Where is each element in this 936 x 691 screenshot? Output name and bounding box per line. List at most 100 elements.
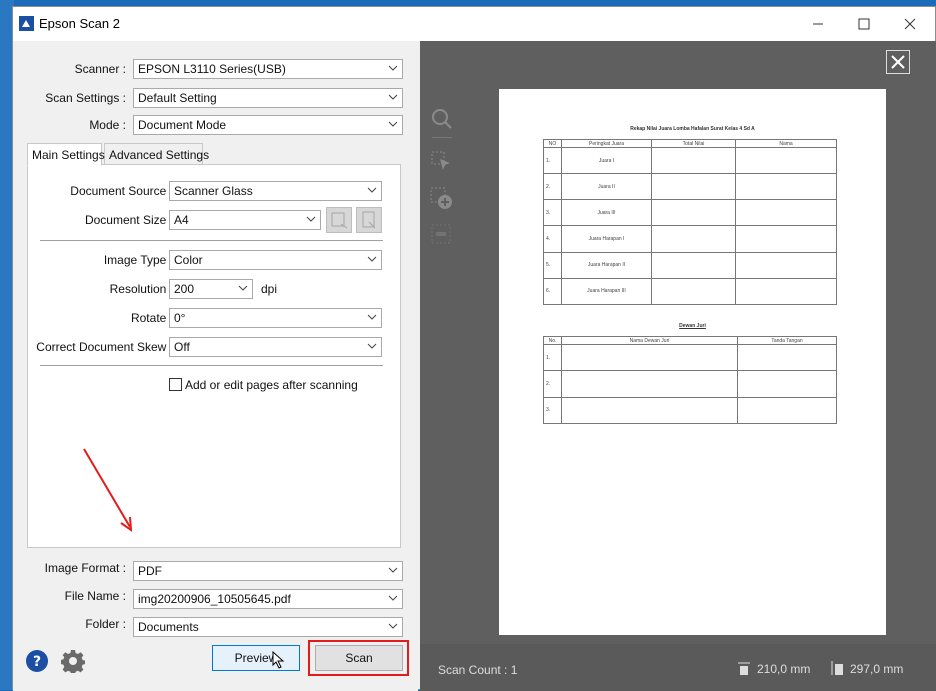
add-pages-label: Add or edit pages after scanning	[185, 378, 358, 392]
table-row: 3. Juara III	[543, 199, 837, 227]
chevron-down-icon	[367, 343, 377, 349]
table-cell: 3.	[543, 396, 562, 425]
chevron-down-icon	[388, 65, 398, 71]
red-arrow-annotation	[83, 448, 133, 533]
svg-text:?: ?	[33, 654, 41, 670]
preview-status-bar: Scan Count : 1 210,0 mm 297,0 mm	[420, 644, 936, 691]
image-format-value: PDF	[138, 564, 162, 578]
chevron-down-icon	[388, 121, 398, 127]
divider	[40, 240, 383, 241]
table-cell: 2.	[543, 370, 562, 398]
auto-select-icon[interactable]	[428, 147, 456, 175]
mode-select[interactable]: Document Mode	[133, 115, 403, 135]
folder-label: Folder :	[85, 617, 126, 631]
divider	[40, 365, 383, 366]
chevron-down-icon	[388, 94, 398, 100]
table-cell: 2.	[543, 173, 562, 201]
gear-icon[interactable]	[61, 649, 85, 673]
document-size-label: Document Size :	[84, 213, 173, 227]
table-row: 1.	[543, 343, 837, 372]
table-cell: Juara I	[561, 146, 652, 175]
page-size-detect-button[interactable]	[326, 207, 352, 233]
document-size-select[interactable]: A4	[169, 210, 321, 230]
table-cell: Juara Harapan I	[561, 225, 652, 253]
table-header: Nama Dewan Juri	[561, 336, 738, 345]
add-area-icon[interactable]	[428, 185, 456, 213]
maximize-icon	[858, 18, 870, 30]
window-title: Epson Scan 2	[39, 16, 120, 31]
skew-label: Correct Document Skew :	[36, 340, 173, 354]
close-preview-button[interactable]	[886, 50, 910, 74]
jury-table: No. Nama Dewan Juri Tanda Tangan 1. 2. 3…	[543, 336, 837, 425]
table-cell: Juara Harapan II	[561, 251, 652, 279]
scanner-label: Scanner :	[74, 62, 126, 76]
close-icon	[891, 55, 905, 69]
zoom-icon[interactable]	[428, 105, 456, 133]
maximize-button[interactable]	[841, 7, 887, 41]
table-cell: Juara Harapan III	[561, 277, 652, 306]
image-format-select[interactable]: PDF	[133, 561, 403, 581]
preview-button[interactable]: Preview	[212, 645, 300, 671]
image-type-label: Image Type :	[103, 253, 173, 267]
scan-count: Scan Count : 1	[438, 663, 518, 677]
document-source-value: Scanner Glass	[174, 184, 253, 198]
scan-settings-label: Scan Settings :	[45, 91, 126, 105]
document-source-select[interactable]: Scanner Glass	[169, 181, 382, 201]
image-format-label: Image Format :	[44, 561, 126, 575]
main-settings-panel: Document Source : Scanner Glass Document…	[27, 164, 401, 548]
cursor-icon	[272, 651, 285, 669]
minimize-button[interactable]	[795, 7, 841, 41]
table-cell: 5.	[543, 251, 562, 279]
chevron-down-icon	[367, 314, 377, 320]
table-cell: 1.	[543, 343, 562, 372]
close-button[interactable]	[887, 7, 933, 41]
document-title: Rekap Nilai Juara Lomba Hafalan Surat Ke…	[630, 126, 755, 132]
add-pages-checkbox[interactable]	[169, 378, 182, 391]
rotate-select[interactable]: 0°	[169, 308, 382, 328]
tab-advanced-settings[interactable]: Advanced Settings	[104, 143, 209, 165]
scan-button[interactable]: Scan	[315, 645, 403, 671]
delete-area-icon[interactable]	[428, 221, 456, 249]
skew-value: Off	[174, 340, 190, 354]
results-table: NO Peringkat Juara Total Nilai Nama 1. Ju…	[543, 139, 837, 306]
folder-select[interactable]: Documents	[133, 617, 403, 637]
table-row: 5. Juara Harapan II	[543, 251, 837, 279]
table-header: NO	[543, 139, 562, 148]
resolution-select[interactable]: 200	[169, 279, 253, 299]
chevron-down-icon	[388, 623, 398, 629]
page-settings-icon	[362, 211, 376, 229]
file-name-value: img20200906_10505645.pdf	[138, 592, 291, 606]
document-size-value: A4	[174, 213, 189, 227]
table-row: 1. Juara I	[543, 146, 837, 175]
tab-main-settings[interactable]: Main Settings	[27, 143, 105, 166]
table-cell: 1.	[543, 146, 562, 175]
table-header: Nama	[735, 139, 837, 148]
table-header: Total Nilai	[651, 139, 736, 148]
height-icon	[831, 661, 843, 675]
image-type-value: Color	[174, 253, 203, 267]
table-cell: 4.	[543, 225, 562, 253]
document-source-label: Document Source :	[70, 184, 173, 198]
mode-value: Document Mode	[138, 118, 227, 132]
file-name-select[interactable]: img20200906_10505645.pdf	[133, 589, 403, 609]
chevron-down-icon	[306, 216, 316, 222]
rotate-label: Rotate :	[130, 311, 173, 325]
page-size-icon	[331, 212, 348, 229]
resolution-label: Resolution :	[109, 282, 173, 296]
image-type-select[interactable]: Color	[169, 250, 382, 270]
skew-select[interactable]: Off	[169, 337, 382, 357]
table-cell: Juara II	[561, 173, 652, 201]
table-row: 2.	[543, 370, 837, 398]
chevron-down-icon	[388, 567, 398, 573]
page-width: 210,0 mm	[757, 662, 811, 676]
help-icon[interactable]: ?	[25, 649, 49, 673]
scanner-select[interactable]: EPSON L3110 Series(USB)	[133, 59, 403, 79]
scan-settings-select[interactable]: Default Setting	[133, 88, 403, 108]
page-settings-button[interactable]	[356, 207, 382, 233]
file-name-label: File Name :	[64, 589, 126, 603]
resolution-value: 200	[174, 282, 195, 296]
jury-title: Dewan Juri	[679, 323, 706, 329]
minimize-icon	[813, 23, 823, 25]
rotate-value: 0°	[174, 311, 186, 325]
chevron-down-icon	[238, 285, 248, 291]
